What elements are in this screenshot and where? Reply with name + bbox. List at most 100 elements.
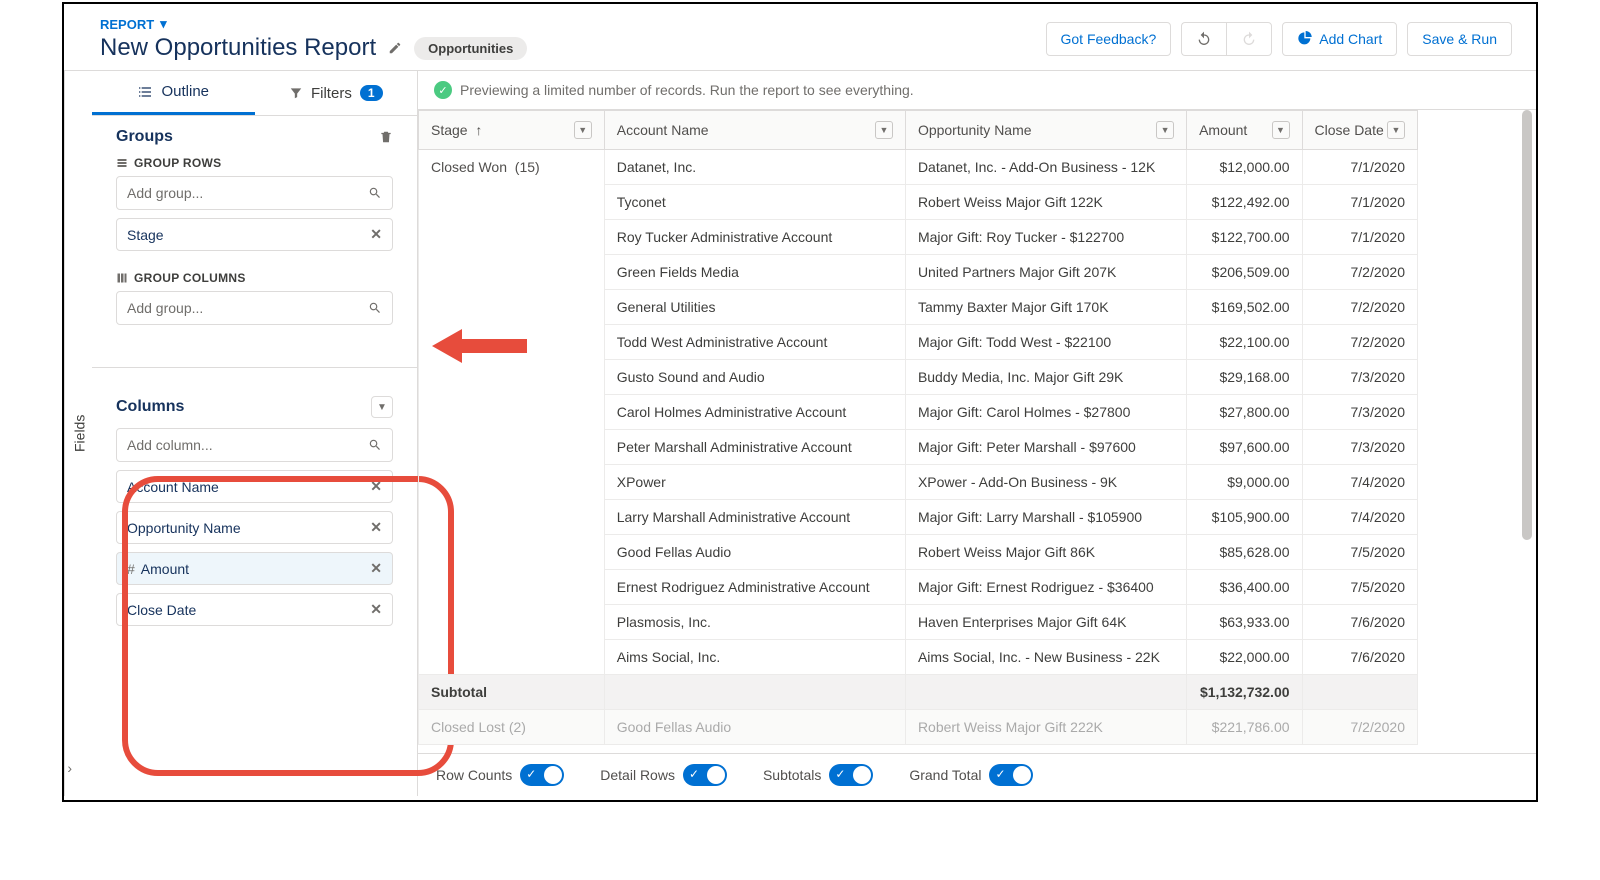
tab-outline[interactable]: Outline: [92, 71, 255, 115]
cell-account: Tyconet: [604, 185, 905, 220]
row-counts-toggle[interactable]: ✓: [520, 764, 564, 786]
pill-label: Close Date: [127, 602, 196, 618]
cell-account: Larry Marshall Administrative Account: [604, 500, 905, 535]
add-group-col-placeholder: Add group...: [127, 300, 203, 316]
column-menu-button[interactable]: ▼: [875, 121, 893, 139]
table-row: Closed Won (15)Datanet, Inc.Datanet, Inc…: [419, 150, 1418, 185]
cell-amount: $27,800.00: [1187, 395, 1302, 430]
detail-rows-toggle[interactable]: ✓: [683, 764, 727, 786]
grand-total-toggle[interactable]: ✓: [989, 764, 1033, 786]
header-label: Close Date: [1315, 122, 1384, 138]
add-group-row-placeholder: Add group...: [127, 185, 203, 201]
undo-button[interactable]: [1181, 22, 1226, 56]
tab-filters[interactable]: Filters 1: [255, 71, 418, 115]
cell-date: 7/4/2020: [1302, 465, 1417, 500]
cell-date: 7/2/2020: [1302, 290, 1417, 325]
row-counts-label: Row Counts: [436, 767, 512, 783]
cell-opportunity: United Partners Major Gift 207K: [905, 255, 1186, 290]
detail-rows-label: Detail Rows: [600, 767, 675, 783]
cell-date: 7/3/2020: [1302, 395, 1417, 430]
cell-account: Ernest Rodriguez Administrative Account: [604, 570, 905, 605]
pill-label: Opportunity Name: [127, 520, 241, 536]
search-icon: [368, 186, 382, 200]
column-header[interactable]: Close Date▼: [1302, 111, 1417, 150]
add-group-row-input[interactable]: Add group...: [116, 176, 393, 210]
cell-date: 7/6/2020: [1302, 605, 1417, 640]
cell-amount: $29,168.00: [1187, 360, 1302, 395]
cell-opportunity: Haven Enterprises Major Gift 64K: [905, 605, 1186, 640]
remove-icon[interactable]: ✕: [370, 226, 382, 243]
remove-icon[interactable]: ✕: [370, 560, 382, 577]
add-group-column-input[interactable]: Add group...: [116, 291, 393, 325]
subtotals-label: Subtotals: [763, 767, 821, 783]
tab-filters-label: Filters: [311, 85, 352, 102]
column-menu-button[interactable]: ▼: [574, 121, 592, 139]
add-chart-button[interactable]: Add Chart: [1282, 22, 1397, 56]
column-header[interactable]: Account Name▼: [604, 111, 905, 150]
column-pill[interactable]: Account Name✕: [116, 470, 393, 503]
cell-amount: $122,492.00: [1187, 185, 1302, 220]
cell-amount: $22,000.00: [1187, 640, 1302, 675]
cell-opportunity: Aims Social, Inc. - New Business - 22K: [905, 640, 1186, 675]
filter-count-badge: 1: [360, 85, 383, 101]
column-pill[interactable]: #Amount ✕: [116, 552, 393, 585]
trash-icon[interactable]: [379, 130, 393, 144]
remove-icon[interactable]: ✕: [370, 478, 382, 495]
group-columns-label: GROUP COLUMNS: [116, 271, 393, 285]
cell-date: 7/5/2020: [1302, 570, 1417, 605]
scrollbar-thumb[interactable]: [1522, 110, 1532, 540]
cell-account: Todd West Administrative Account: [604, 325, 905, 360]
cell-opportunity: Robert Weiss Major Gift 122K: [905, 185, 1186, 220]
cell-account: Roy Tucker Administrative Account: [604, 220, 905, 255]
columns-menu-button[interactable]: ▼: [371, 396, 393, 418]
column-pill[interactable]: Close Date ✕: [116, 593, 393, 626]
cell-amount: $22,100.00: [1187, 325, 1302, 360]
feedback-button[interactable]: Got Feedback?: [1046, 22, 1172, 56]
columns-icon: [116, 272, 128, 284]
pill-label: Stage: [127, 227, 164, 243]
header-label: Opportunity Name: [918, 122, 1032, 138]
pencil-icon[interactable]: [388, 41, 402, 55]
subtotals-toggle[interactable]: ✓: [829, 764, 873, 786]
cell-opportunity: Major Gift: Carol Holmes - $27800: [905, 395, 1186, 430]
group-rows-label: GROUP ROWS: [116, 156, 393, 170]
cell-account: Green Fields Media: [604, 255, 905, 290]
column-header[interactable]: Stage ↑ ▼: [419, 111, 605, 150]
remove-icon[interactable]: ✕: [370, 519, 382, 536]
redo-button[interactable]: [1226, 22, 1272, 56]
cell-opportunity: Buddy Media, Inc. Major Gift 29K: [905, 360, 1186, 395]
pill-label: #Amount: [127, 561, 189, 577]
column-menu-button[interactable]: ▼: [1387, 121, 1405, 139]
column-pill[interactable]: Opportunity Name ✕: [116, 511, 393, 544]
subtotal-row: Subtotal$1,132,732.00: [419, 675, 1418, 710]
chevron-right-icon: ›: [67, 760, 72, 784]
cell-opportunity: Tammy Baxter Major Gift 170K: [905, 290, 1186, 325]
filter-icon: [289, 86, 303, 100]
search-icon: [368, 301, 382, 315]
add-column-placeholder: Add column...: [127, 437, 213, 453]
column-menu-button[interactable]: ▼: [1156, 121, 1174, 139]
cell-amount: $12,000.00: [1187, 150, 1302, 185]
add-column-input[interactable]: Add column...: [116, 428, 393, 462]
save-run-button[interactable]: Save & Run: [1407, 22, 1512, 56]
fields-panel-toggle[interactable]: › Fields: [64, 71, 92, 796]
cell-date: 7/4/2020: [1302, 500, 1417, 535]
cell-amount: $169,502.00: [1187, 290, 1302, 325]
cell-account: Datanet, Inc.: [604, 150, 905, 185]
report-type-button[interactable]: REPORT ▾: [100, 16, 527, 32]
remove-icon[interactable]: ✕: [370, 601, 382, 618]
group-row-pill-stage[interactable]: Stage ✕: [116, 218, 393, 251]
cell-account: XPower: [604, 465, 905, 500]
cell-account: Carol Holmes Administrative Account: [604, 395, 905, 430]
column-menu-button[interactable]: ▼: [1272, 121, 1290, 139]
report-title: New Opportunities Report: [100, 34, 376, 62]
cell-opportunity: Datanet, Inc. - Add-On Business - 12K: [905, 150, 1186, 185]
column-header[interactable]: Amount▼: [1187, 111, 1302, 150]
cell-date: 7/2/2020: [1302, 255, 1417, 290]
column-header[interactable]: Opportunity Name ▼: [905, 111, 1186, 150]
header-label: Stage ↑: [431, 122, 482, 138]
report-type-label: REPORT: [100, 17, 154, 32]
columns-title: Columns: [116, 398, 184, 416]
stage-group-cell: Closed Won (15): [419, 150, 605, 675]
cell-account: General Utilities: [604, 290, 905, 325]
